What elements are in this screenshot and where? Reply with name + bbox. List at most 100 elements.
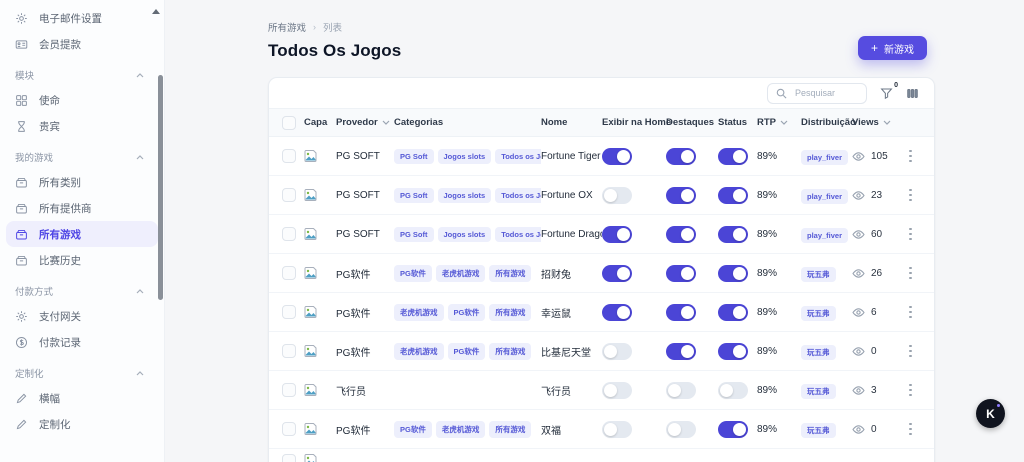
row-actions-menu[interactable] xyxy=(900,224,921,245)
eye-icon xyxy=(852,385,865,396)
broken-image-icon xyxy=(304,306,336,318)
featured-toggle[interactable] xyxy=(666,304,696,321)
row-actions-menu[interactable] xyxy=(900,263,921,284)
categories-cell: 老虎机游戏PG软件所有游戏 xyxy=(394,343,541,360)
status-toggle[interactable] xyxy=(718,148,748,165)
row-checkbox[interactable] xyxy=(282,227,296,241)
featured-toggle[interactable] xyxy=(666,343,696,360)
row-checkbox[interactable] xyxy=(282,266,296,280)
row-checkbox[interactable] xyxy=(282,149,296,163)
category-badge: Jogos slots xyxy=(438,188,492,203)
row-checkbox[interactable] xyxy=(282,422,296,436)
row-checkbox[interactable] xyxy=(282,305,296,319)
sidebar-section[interactable]: 我的游戏 xyxy=(0,145,164,169)
broken-image-icon xyxy=(304,423,336,435)
show-home-toggle[interactable] xyxy=(602,226,632,243)
categories-cell: PG软件老虎机游戏所有游戏 xyxy=(394,265,541,282)
row-checkbox[interactable] xyxy=(282,454,296,462)
archive-icon xyxy=(15,254,28,267)
show-home-toggle[interactable] xyxy=(602,343,632,360)
row-actions-menu[interactable] xyxy=(900,185,921,206)
sidebar-item[interactable]: 付款记录 xyxy=(6,329,158,355)
scroll-up-arrow[interactable] xyxy=(152,9,160,14)
sidebar-item[interactable]: 贵宾 xyxy=(6,113,158,139)
featured-toggle[interactable] xyxy=(666,187,696,204)
sidebar-section[interactable]: 付款方式 xyxy=(0,279,164,303)
show-home-toggle[interactable] xyxy=(602,382,632,399)
status-toggle[interactable] xyxy=(718,343,748,360)
sidebar-section[interactable]: 模块 xyxy=(0,63,164,87)
row-actions-menu[interactable] xyxy=(900,380,921,401)
distribution-badge: 玩五弗 xyxy=(801,306,836,321)
show-home-toggle[interactable] xyxy=(602,304,632,321)
row-actions-menu[interactable] xyxy=(900,341,921,362)
sidebar-section[interactable]: 定制化 xyxy=(0,361,164,385)
column-header[interactable]: Views xyxy=(852,117,900,128)
table-toolbar: 0 xyxy=(269,78,934,108)
select-all-checkbox[interactable] xyxy=(282,116,296,130)
row-actions-menu[interactable] xyxy=(900,302,921,323)
sidebar-item[interactable]: 比赛历史 xyxy=(6,247,158,273)
chevron-up-icon xyxy=(136,73,144,78)
column-header[interactable]: Provedor xyxy=(336,117,394,128)
sidebar-item-label: 使命 xyxy=(39,93,60,108)
sidebar-item[interactable]: 定制化 xyxy=(6,411,158,437)
sidebar-item-label: 所有游戏 xyxy=(39,227,81,242)
sidebar-item[interactable]: 支付网关 xyxy=(6,303,158,329)
broken-image-icon xyxy=(304,150,336,162)
name-cell: 招财兔 xyxy=(541,266,602,281)
table-row: PG软件 老虎机游戏PG软件所有游戏 幸运鼠 89% 玩五弗 6 xyxy=(269,293,934,332)
category-badge: 老虎机游戏 xyxy=(436,265,486,282)
show-home-toggle[interactable] xyxy=(602,187,632,204)
table-row: PG SOFT PG SoftJogos slotsTodos os Jogos… xyxy=(269,215,934,254)
status-toggle[interactable] xyxy=(718,382,748,399)
floating-k-button[interactable]: K xyxy=(976,399,1005,428)
show-home-toggle[interactable] xyxy=(602,148,632,165)
sidebar-item[interactable]: 所有类别 xyxy=(6,169,158,195)
columns-icon[interactable] xyxy=(906,87,919,100)
row-checkbox[interactable] xyxy=(282,383,296,397)
row-actions-menu[interactable] xyxy=(900,419,921,440)
sidebar-item[interactable]: 电子邮件设置 xyxy=(6,5,158,31)
row-actions-menu[interactable] xyxy=(900,146,921,167)
cover-cell xyxy=(304,384,336,396)
table-header-row: Capa Provedor Categorias Nome Exibir na … xyxy=(269,108,934,137)
search-input[interactable] xyxy=(793,87,858,99)
status-toggle[interactable] xyxy=(718,421,748,438)
sidebar-item[interactable]: 使命 xyxy=(6,87,158,113)
sidebar-item[interactable]: 会员提款 xyxy=(6,31,158,57)
sidebar-item[interactable]: 所有提供商 xyxy=(6,195,158,221)
column-header[interactable]: RTP xyxy=(757,117,801,128)
row-checkbox[interactable] xyxy=(282,188,296,202)
name-cell: Fortune OX xyxy=(541,190,602,201)
filter-icon[interactable]: 0 xyxy=(880,87,893,100)
show-home-toggle[interactable] xyxy=(602,421,632,438)
sidebar-item-label: 电子邮件设置 xyxy=(39,11,102,26)
status-toggle[interactable] xyxy=(718,265,748,282)
status-toggle[interactable] xyxy=(718,304,748,321)
chevron-up-icon xyxy=(136,155,144,160)
featured-toggle[interactable] xyxy=(666,226,696,243)
featured-toggle[interactable] xyxy=(666,421,696,438)
breadcrumb-all-games[interactable]: 所有游戏 xyxy=(268,20,306,34)
new-game-button[interactable]: + 新游戏 xyxy=(858,36,927,60)
row-checkbox[interactable] xyxy=(282,344,296,358)
app-root: 电子邮件设置 会员提款 模块 使命 贵宾 我的游戏 所有类别 所有提供商 所有游… xyxy=(0,0,1024,462)
show-home-toggle[interactable] xyxy=(602,265,632,282)
sidebar-item[interactable]: 横幅 xyxy=(6,385,158,411)
broken-image-icon xyxy=(304,454,336,462)
featured-toggle[interactable] xyxy=(666,265,696,282)
status-toggle[interactable] xyxy=(718,226,748,243)
plus-icon: + xyxy=(871,42,878,54)
broken-image-icon xyxy=(304,189,336,201)
status-toggle[interactable] xyxy=(718,187,748,204)
featured-toggle[interactable] xyxy=(666,382,696,399)
search-box[interactable] xyxy=(767,83,867,104)
views-cell: 0 xyxy=(852,346,900,357)
rtp-cell: 89% xyxy=(757,346,801,357)
category-badge: 老虎机游戏 xyxy=(394,343,444,360)
name-cell: 比基尼天堂 xyxy=(541,344,602,359)
sidebar-item[interactable]: 所有游戏 xyxy=(6,221,158,247)
featured-toggle[interactable] xyxy=(666,148,696,165)
sidebar-scrollbar[interactable] xyxy=(158,75,163,300)
